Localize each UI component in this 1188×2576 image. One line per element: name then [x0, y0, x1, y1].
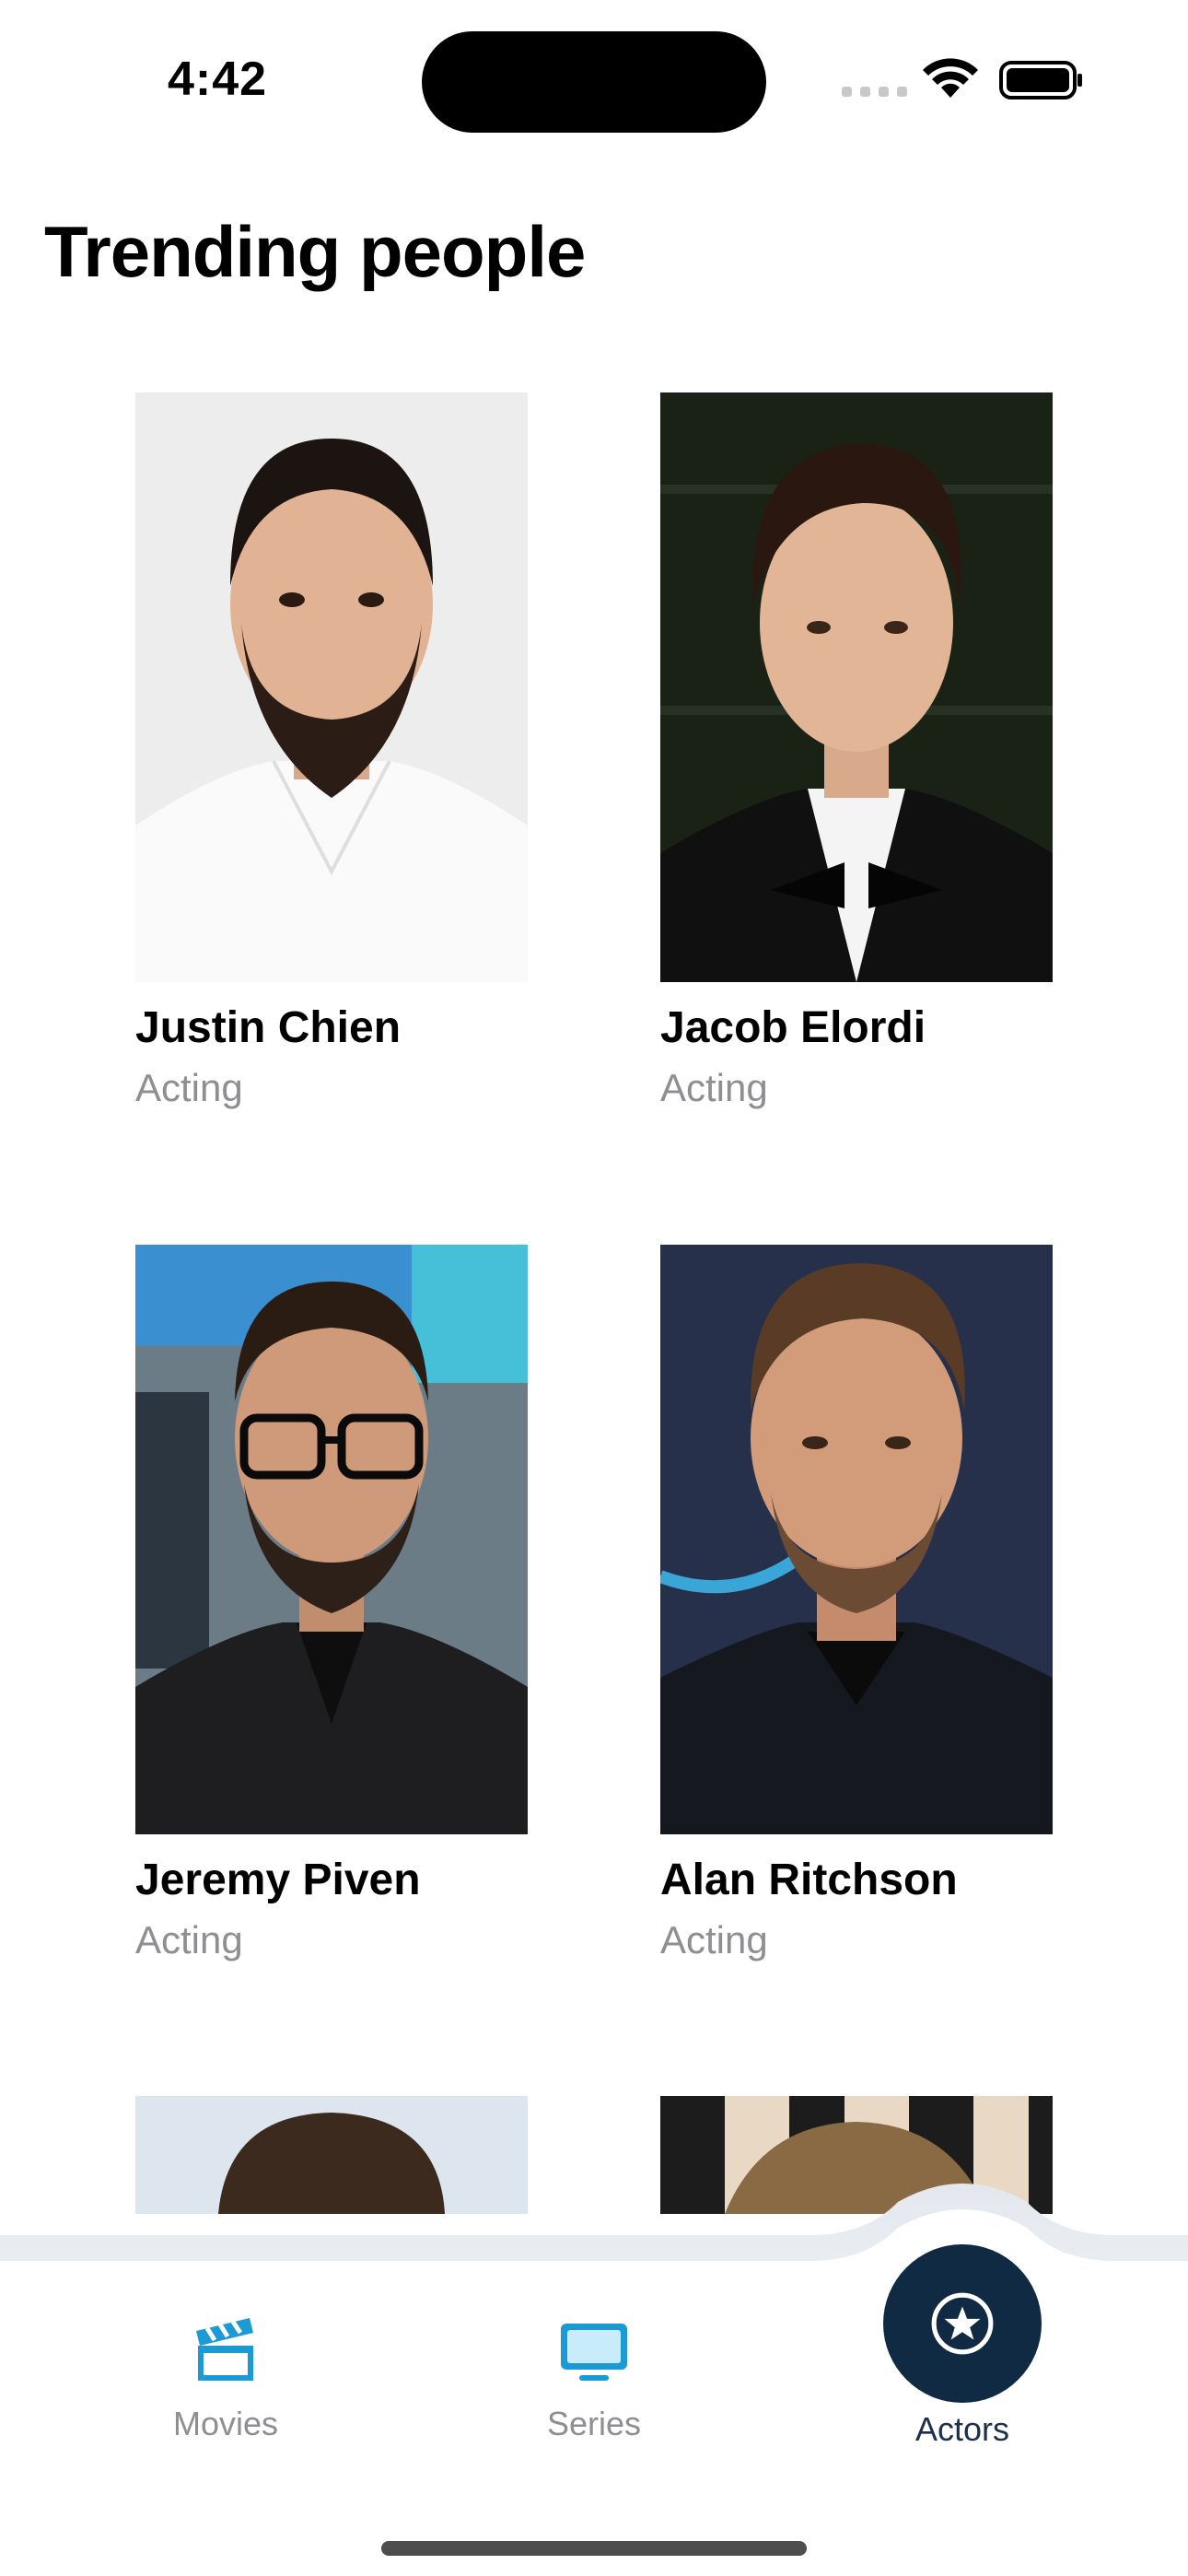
- battery-icon: [999, 61, 1082, 100]
- person-card-justin-chien[interactable]: Justin Chien Acting: [135, 392, 528, 1110]
- tab-series[interactable]: Series: [474, 2314, 714, 2443]
- person-department: Acting: [660, 1066, 768, 1109]
- wifi-icon: [923, 58, 978, 98]
- person-card-jeremy-piven[interactable]: Jeremy Piven Acting: [135, 1245, 528, 1962]
- tab-movies[interactable]: Movies: [106, 2314, 345, 2443]
- person-name: Alan Ritchson: [660, 1856, 958, 1904]
- person-card-jacob-elordi[interactable]: Jacob Elordi Acting: [660, 392, 1053, 1110]
- page-title: Trending people: [44, 211, 586, 292]
- person-name: Jacob Elordi: [660, 1003, 926, 1052]
- person-photo: [135, 1245, 528, 1834]
- tab-movies-label: Movies: [172, 2405, 279, 2442]
- status-time: 4:42: [168, 53, 268, 106]
- dynamic-island: [422, 31, 766, 133]
- home-indicator[interactable]: [381, 2541, 807, 2556]
- person-photo: [660, 1245, 1053, 1834]
- star-circle-icon: [931, 2292, 994, 2355]
- person-photo: [660, 392, 1053, 982]
- tab-series-label: Series: [546, 2405, 642, 2442]
- tv-icon: [561, 2324, 627, 2381]
- person-photo: [135, 392, 528, 982]
- tab-actors[interactable]: Actors: [843, 2410, 1082, 2449]
- person-name: Justin Chien: [135, 1003, 402, 1052]
- person-department: Acting: [660, 1918, 768, 1961]
- clapperboard-icon: [196, 2318, 253, 2381]
- person-department: Acting: [135, 1066, 243, 1109]
- cellular-signal-icon: [842, 87, 907, 97]
- person-name: Jeremy Piven: [135, 1856, 421, 1904]
- person-card-alan-ritchson[interactable]: Alan Ritchson Acting: [660, 1245, 1053, 1962]
- tab-actors-bubble[interactable]: [883, 2244, 1042, 2403]
- tab-actors-label: Actors: [914, 2410, 1010, 2448]
- person-department: Acting: [135, 1918, 243, 1961]
